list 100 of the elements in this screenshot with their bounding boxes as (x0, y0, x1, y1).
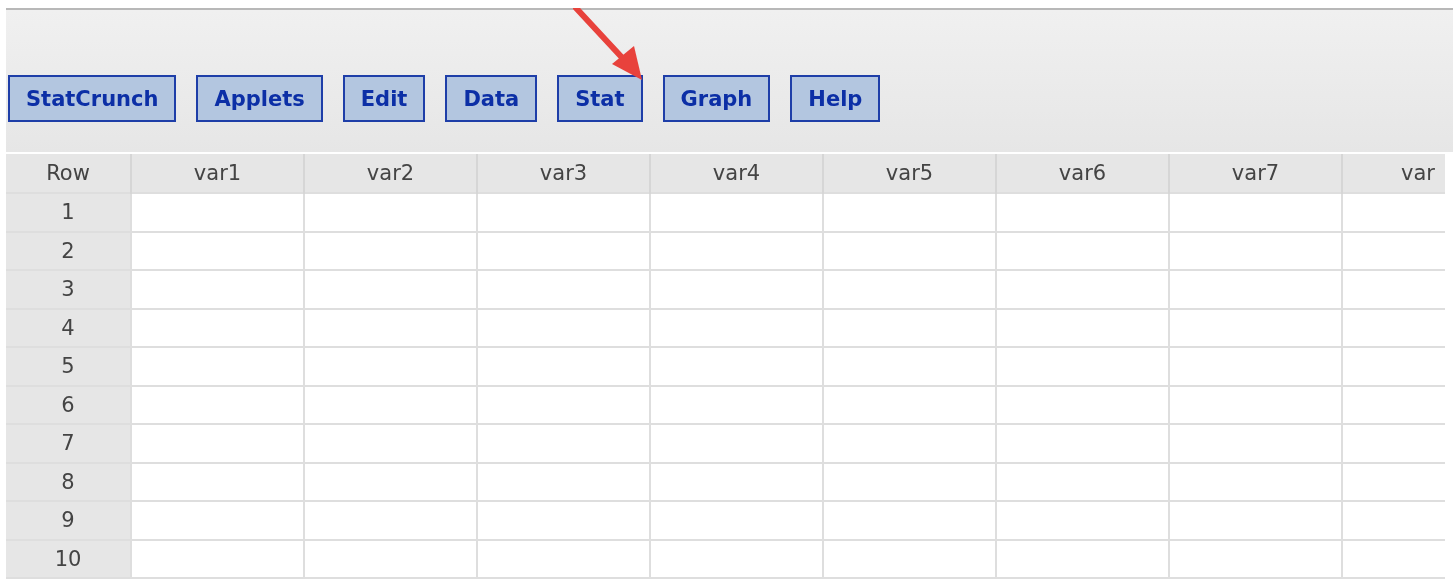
menu-button[interactable]: Graph (662, 75, 771, 122)
table-cell[interactable] (131, 270, 304, 309)
table-cell[interactable] (1169, 424, 1342, 463)
table-cell[interactable] (304, 231, 477, 270)
column-header[interactable]: var2 (304, 154, 477, 193)
table-cell[interactable] (1342, 193, 1445, 232)
column-header[interactable]: var (1342, 154, 1445, 193)
table-cell[interactable] (304, 385, 477, 424)
row-number: 7 (6, 424, 131, 463)
table-cell[interactable] (650, 462, 823, 501)
table-cell[interactable] (996, 308, 1169, 347)
table-cell[interactable] (1342, 308, 1445, 347)
table-cell[interactable] (996, 501, 1169, 540)
table-cell[interactable] (996, 385, 1169, 424)
table-cell[interactable] (823, 385, 996, 424)
table-cell[interactable] (650, 308, 823, 347)
table-cell[interactable] (477, 462, 650, 501)
table-cell[interactable] (823, 347, 996, 386)
table-cell[interactable] (1342, 385, 1445, 424)
menu-button[interactable]: Help (790, 75, 881, 122)
table-cell[interactable] (1169, 385, 1342, 424)
table-cell[interactable] (1169, 193, 1342, 232)
table-cell[interactable] (131, 347, 304, 386)
table-cell[interactable] (650, 385, 823, 424)
table-cell[interactable] (1342, 424, 1445, 463)
table-cell[interactable] (1342, 231, 1445, 270)
table-cell[interactable] (650, 501, 823, 540)
table-cell[interactable] (304, 270, 477, 309)
table-cell[interactable] (477, 385, 650, 424)
table-cell[interactable] (650, 193, 823, 232)
table-cell[interactable] (823, 308, 996, 347)
table-cell[interactable] (996, 347, 1169, 386)
table-cell[interactable] (131, 385, 304, 424)
menu-button[interactable]: Data (445, 75, 538, 122)
table-cell[interactable] (650, 231, 823, 270)
column-header[interactable]: var1 (131, 154, 304, 193)
table-cell[interactable] (304, 424, 477, 463)
table-cell[interactable] (823, 462, 996, 501)
table-cell[interactable] (477, 501, 650, 540)
table-cell[interactable] (477, 270, 650, 309)
column-header[interactable]: var6 (996, 154, 1169, 193)
table-cell[interactable] (996, 193, 1169, 232)
table-cell[interactable] (1169, 501, 1342, 540)
table-cell[interactable] (1169, 462, 1342, 501)
menu-button[interactable]: Applets (196, 75, 323, 122)
column-header[interactable]: var4 (650, 154, 823, 193)
table-cell[interactable] (477, 308, 650, 347)
table-cell[interactable] (1169, 231, 1342, 270)
table-cell[interactable] (1169, 270, 1342, 309)
menu-button[interactable]: Stat (557, 75, 643, 122)
table-cell[interactable] (1169, 539, 1342, 578)
table-cell[interactable] (304, 462, 477, 501)
table-cell[interactable] (996, 424, 1169, 463)
table-cell[interactable] (131, 539, 304, 578)
table-cell[interactable] (304, 539, 477, 578)
table-cell[interactable] (477, 193, 650, 232)
table-cell[interactable] (1342, 462, 1445, 501)
column-header[interactable]: var3 (477, 154, 650, 193)
column-header[interactable]: var7 (1169, 154, 1342, 193)
table-cell[interactable] (996, 462, 1169, 501)
row-number: 1 (6, 193, 131, 232)
table-cell[interactable] (823, 231, 996, 270)
table-cell[interactable] (1342, 347, 1445, 386)
table-cell[interactable] (650, 270, 823, 309)
table-cell[interactable] (477, 231, 650, 270)
table-cell[interactable] (650, 347, 823, 386)
table-cell[interactable] (823, 424, 996, 463)
table-cell[interactable] (1169, 347, 1342, 386)
row-number: 5 (6, 347, 131, 386)
table-cell[interactable] (823, 501, 996, 540)
table-cell[interactable] (131, 231, 304, 270)
table-cell[interactable] (1342, 270, 1445, 309)
menu-button[interactable]: Edit (342, 75, 426, 122)
table-cell[interactable] (823, 539, 996, 578)
table-cell[interactable] (650, 424, 823, 463)
row-number: 9 (6, 501, 131, 540)
table-cell[interactable] (1342, 501, 1445, 540)
table-cell[interactable] (131, 308, 304, 347)
table-cell[interactable] (823, 193, 996, 232)
table-cell[interactable] (996, 231, 1169, 270)
table-cell[interactable] (650, 539, 823, 578)
table-cell[interactable] (304, 193, 477, 232)
table-cell[interactable] (477, 539, 650, 578)
table-cell[interactable] (131, 193, 304, 232)
row-number: 3 (6, 270, 131, 309)
table-cell[interactable] (304, 347, 477, 386)
table-cell[interactable] (477, 347, 650, 386)
table-cell[interactable] (996, 270, 1169, 309)
table-cell[interactable] (304, 308, 477, 347)
table-cell[interactable] (304, 501, 477, 540)
column-header[interactable]: var5 (823, 154, 996, 193)
table-cell[interactable] (1169, 308, 1342, 347)
table-cell[interactable] (1342, 539, 1445, 578)
table-cell[interactable] (131, 462, 304, 501)
table-cell[interactable] (996, 539, 1169, 578)
table-cell[interactable] (131, 424, 304, 463)
menu-button[interactable]: StatCrunch (8, 75, 177, 122)
table-cell[interactable] (477, 424, 650, 463)
table-cell[interactable] (823, 270, 996, 309)
table-cell[interactable] (131, 501, 304, 540)
